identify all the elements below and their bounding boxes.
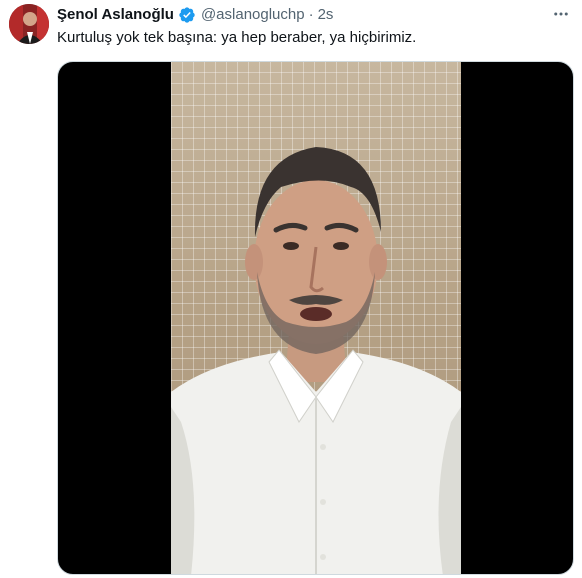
tweet-video[interactable] bbox=[57, 61, 574, 575]
video-thumbnail-person bbox=[171, 147, 461, 574]
tweet-timestamp[interactable]: 2s bbox=[318, 5, 334, 25]
verified-badge-icon bbox=[178, 6, 196, 24]
video-frame[interactable] bbox=[171, 62, 461, 574]
author-name[interactable]: Şenol Aslanoğlu bbox=[57, 5, 174, 25]
avatar[interactable] bbox=[9, 4, 49, 44]
separator-dot: · bbox=[308, 6, 314, 23]
tweet-header: Şenol Aslanoğlu @aslanogluchp · 2s bbox=[57, 5, 333, 25]
more-options-icon[interactable] bbox=[550, 5, 572, 23]
tweet[interactable]: Şenol Aslanoğlu @aslanogluchp · 2s Kurtu… bbox=[0, 0, 582, 578]
author-handle[interactable]: @aslanogluchp bbox=[201, 5, 305, 25]
tweet-text: Kurtuluş yok tek başına: ya hep beraber,… bbox=[57, 29, 417, 46]
